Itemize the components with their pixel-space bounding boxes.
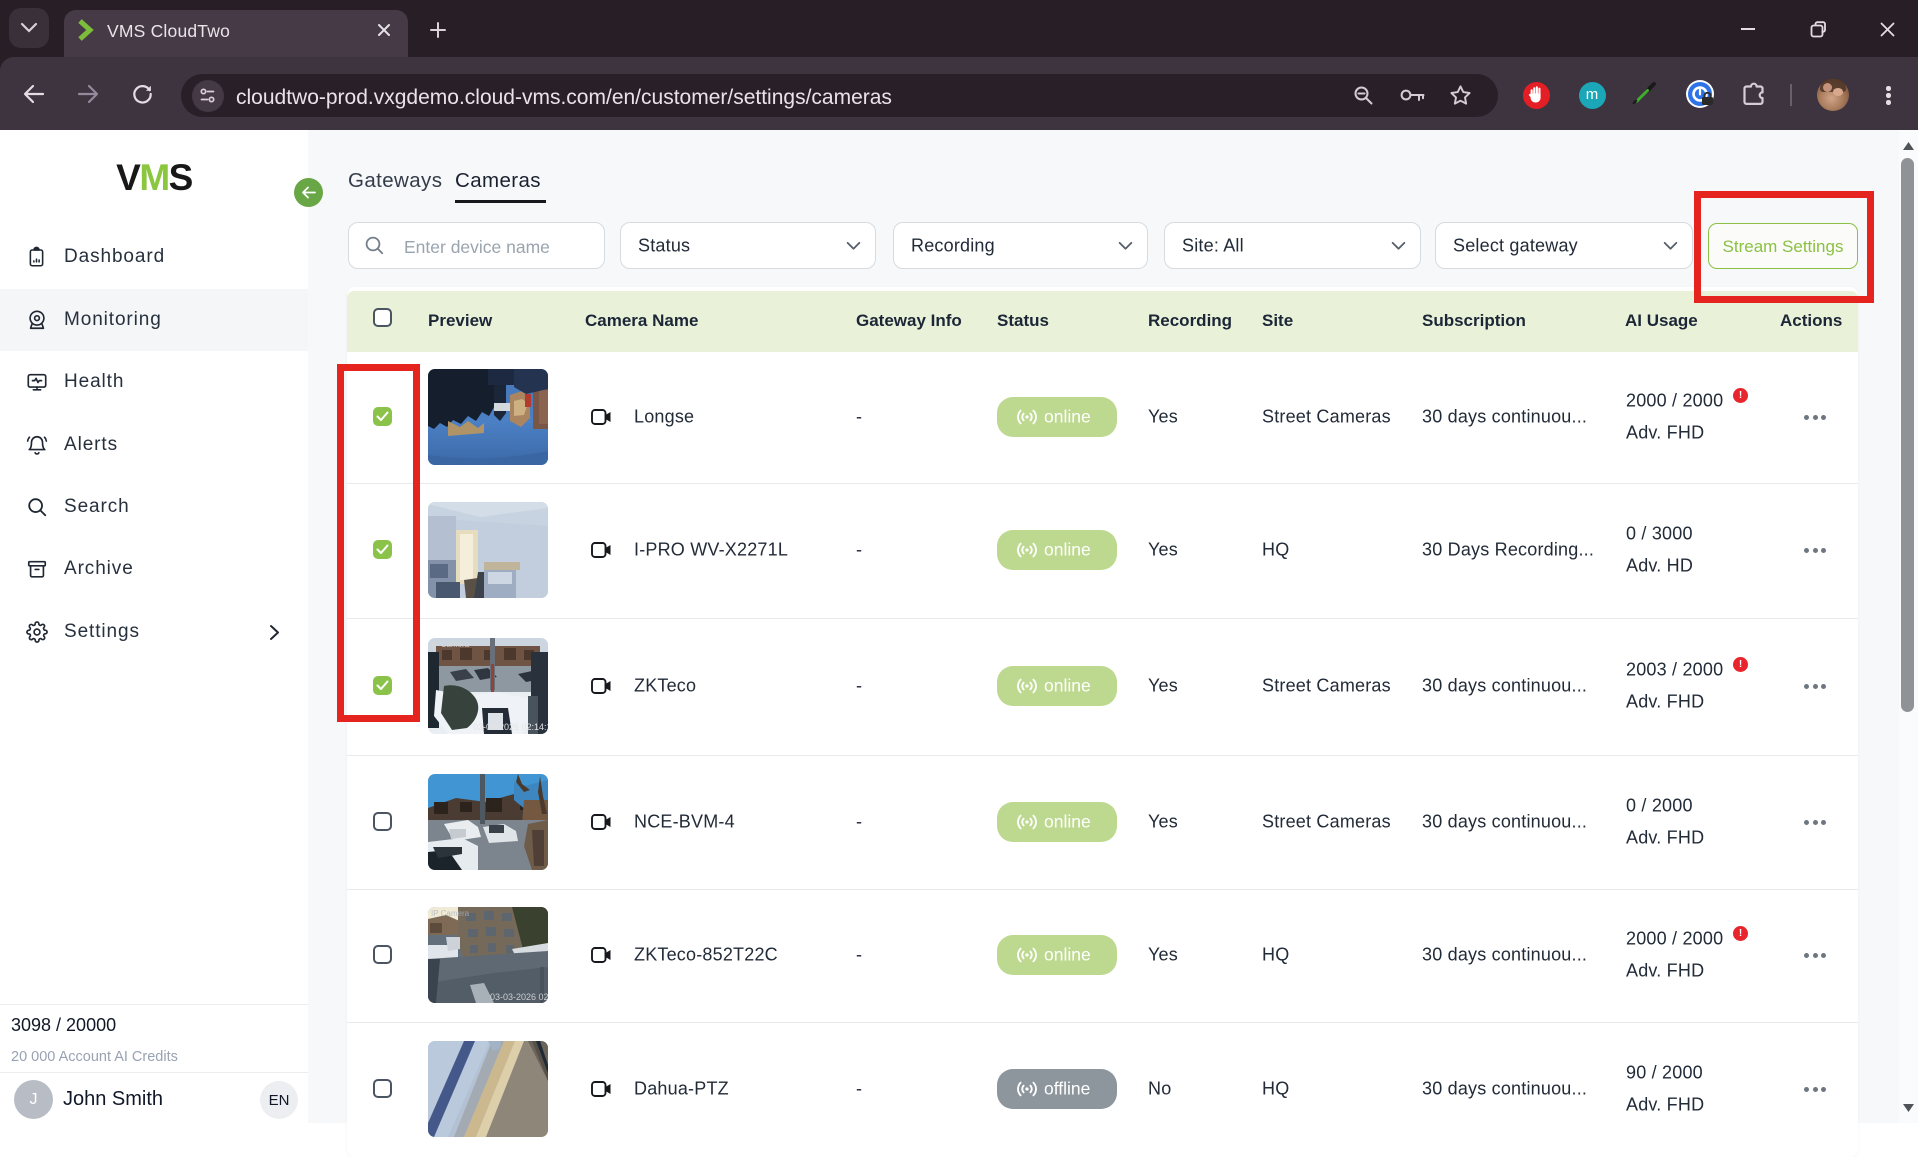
svg-text:03-03-2026 02:14:10: 03-03-2026 02:14:10	[473, 722, 548, 732]
svg-text:IP Camera: IP Camera	[431, 640, 470, 649]
svg-text:03-03-2026 02:14:10: 03-03-2026 02:14:10	[490, 992, 548, 1002]
svg-text:IP Camera: IP Camera	[431, 909, 470, 918]
